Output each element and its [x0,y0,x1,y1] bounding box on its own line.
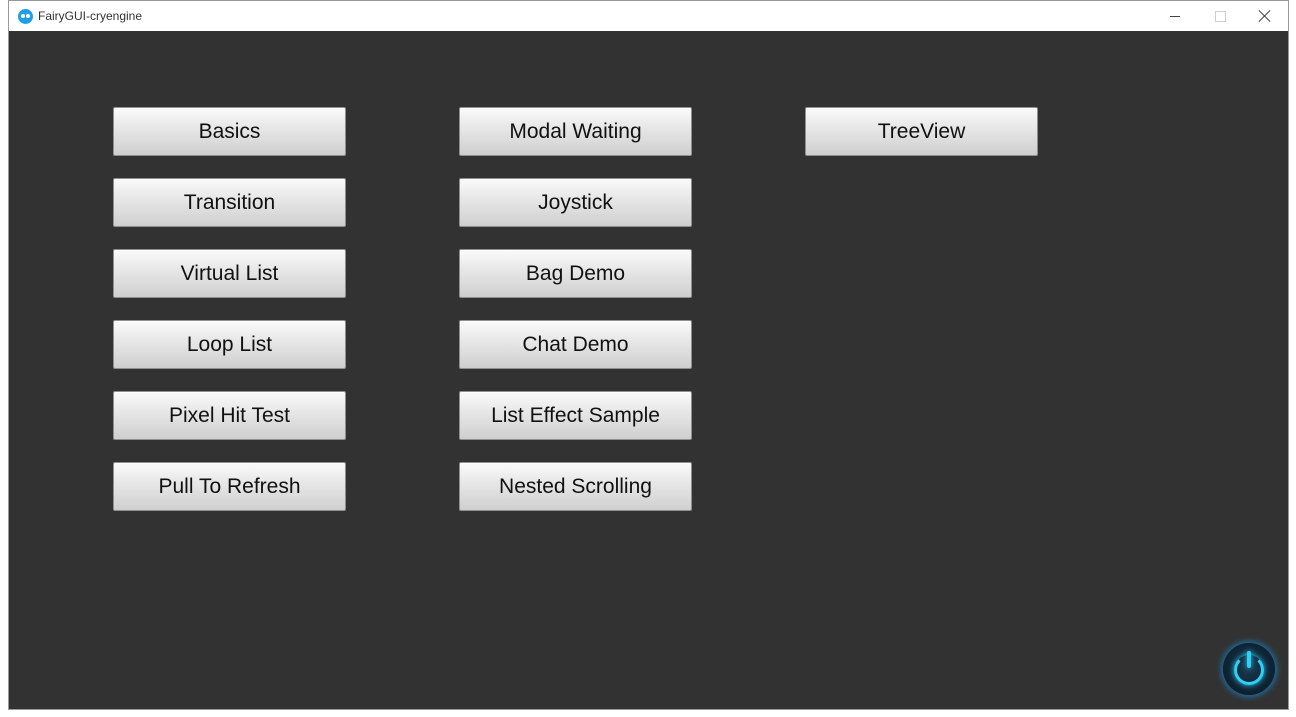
list-effect-sample-button[interactable]: List Effect Sample [459,391,692,440]
bag-demo-button[interactable]: Bag Demo [459,249,692,298]
maximize-button[interactable] [1197,1,1243,31]
background-window-strip-bottom [0,710,1296,717]
app-window: FairyGUI-cryengine Basics Transition Vir… [8,0,1289,710]
nested-scrolling-button[interactable]: Nested Scrolling [459,462,692,511]
chat-demo-button[interactable]: Chat Demo [459,320,692,369]
pull-to-refresh-button[interactable]: Pull To Refresh [113,462,346,511]
title-bar[interactable]: FairyGUI-cryengine [9,1,1288,31]
pixel-hit-test-button[interactable]: Pixel Hit Test [113,391,346,440]
fairygui-logo-icon [18,9,33,24]
close-icon [1259,10,1271,22]
window-title: FairyGUI-cryengine [38,9,143,23]
basics-button[interactable]: Basics [113,107,346,156]
maximize-icon [1214,10,1226,22]
close-button[interactable] [1242,1,1288,31]
loop-list-button[interactable]: Loop List [113,320,346,369]
virtual-list-button[interactable]: Virtual List [113,249,346,298]
minimize-button[interactable] [1152,1,1198,31]
modal-waiting-button[interactable]: Modal Waiting [459,107,692,156]
power-icon-line [1247,651,1251,668]
joystick-button[interactable]: Joystick [459,178,692,227]
minimize-icon [1170,15,1180,17]
tree-view-button[interactable]: TreeView [805,107,1038,156]
background-window-strip-right [1289,0,1296,717]
transition-button[interactable]: Transition [113,178,346,227]
power-button[interactable] [1223,643,1275,695]
